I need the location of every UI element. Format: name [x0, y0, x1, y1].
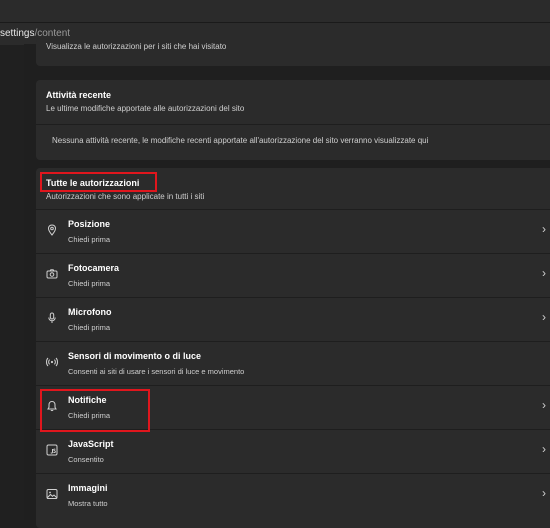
permission-status: Mostra tutto: [68, 499, 108, 508]
permission-label: Sensori di movimento o di luce: [68, 351, 202, 361]
site-permissions-text: Visualizza le autorizzazioni per i siti …: [46, 42, 227, 51]
permission-row-microfono[interactable]: Microfono Chiedi prima ›: [36, 297, 550, 341]
sensor-icon: [46, 357, 58, 367]
permission-status: Chiedi prima: [68, 279, 111, 288]
location-pin-icon: [47, 224, 57, 236]
permission-row-immagini[interactable]: Immagini Mostra tutto ›: [36, 473, 550, 517]
camera-icon: [46, 269, 58, 279]
divider: [36, 124, 550, 125]
chevron-right-icon: ›: [542, 486, 546, 500]
address-url-main: settings: [0, 28, 35, 39]
permission-status: Consentito: [68, 455, 104, 464]
permission-label: Fotocamera: [68, 263, 120, 273]
recent-activity-empty: Nessuna attività recente, le modifiche r…: [52, 136, 429, 145]
all-permissions-card: Tutte le autorizzazioni Autorizzazioni c…: [36, 168, 550, 528]
javascript-icon: [46, 444, 58, 456]
site-permissions-card[interactable]: Visualizza le autorizzazioni per i siti …: [36, 38, 550, 66]
permission-row-javascript[interactable]: JavaScript Consentito ›: [36, 429, 550, 473]
chevron-right-icon: ›: [542, 310, 546, 324]
permission-status: Chiedi prima: [68, 235, 111, 244]
chevron-right-icon: ›: [542, 398, 546, 412]
permission-row-fotocamera[interactable]: Fotocamera Chiedi prima ›: [36, 253, 550, 297]
permission-row-posizione[interactable]: Posizione Chiedi prima ›: [36, 209, 550, 253]
permission-label: Posizione: [68, 219, 111, 229]
recent-activity-subtitle: Le ultime modifiche apportate alle autor…: [46, 104, 245, 113]
chevron-right-icon: ›: [542, 266, 546, 280]
permission-status: Consenti ai siti di usare i sensori di l…: [68, 367, 245, 376]
recent-activity-card: Attività recente Le ultime modifiche app…: [36, 80, 550, 160]
highlight-box-all-permissions: [40, 172, 157, 192]
chevron-right-icon: ›: [542, 442, 546, 456]
image-icon: [46, 489, 58, 499]
permission-label: JavaScript: [68, 439, 114, 449]
microphone-icon: [48, 312, 56, 323]
highlight-box-notifiche: [40, 389, 150, 432]
permission-label: Immagini: [68, 483, 108, 493]
browser-tab-strip: [0, 0, 550, 22]
permission-label: Microfono: [68, 307, 112, 317]
permission-status: Chiedi prima: [68, 323, 111, 332]
recent-activity-title: Attività recente: [46, 90, 112, 100]
permission-row-sensori[interactable]: Sensori di movimento o di luce Consenti …: [36, 341, 550, 385]
all-permissions-subtitle: Autorizzazioni che sono applicate in tut…: [46, 192, 205, 201]
chevron-right-icon: ›: [542, 222, 546, 236]
